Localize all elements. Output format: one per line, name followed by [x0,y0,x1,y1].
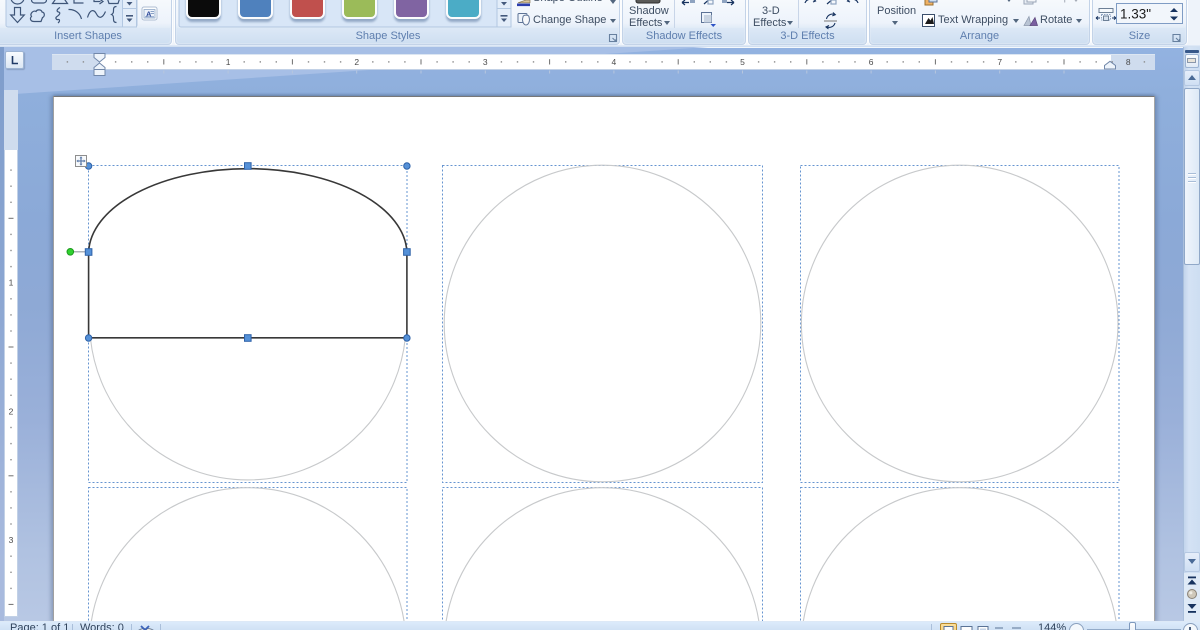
svg-text:1.33": 1.33" [1120,7,1151,22]
